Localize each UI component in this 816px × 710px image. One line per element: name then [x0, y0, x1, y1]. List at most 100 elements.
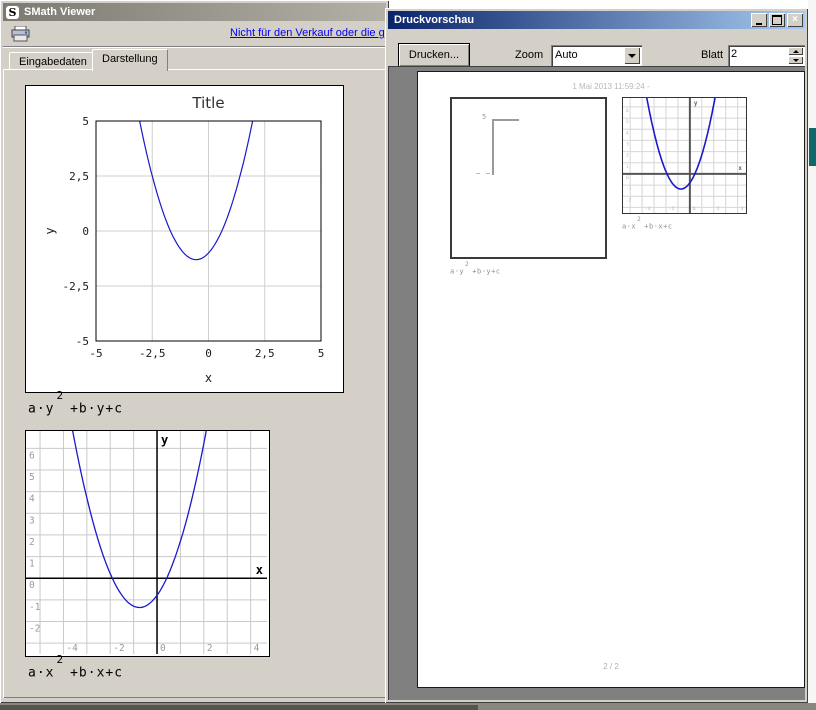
svg-text:2: 2: [626, 153, 629, 159]
minimize-icon: [756, 23, 762, 25]
formula-tail: +b·x+c: [644, 222, 672, 230]
arrow-up-icon: [793, 50, 799, 53]
svg-text:Title: Title: [191, 94, 224, 112]
svg-text:5: 5: [626, 119, 629, 125]
zoom-dropdown-button[interactable]: [624, 47, 640, 64]
printer-icon[interactable]: [10, 26, 32, 42]
smath-titlebar[interactable]: S SMath Viewer: [3, 3, 386, 21]
svg-text:2: 2: [207, 643, 213, 654]
background-strip: [808, 0, 816, 710]
svg-text:x: x: [205, 371, 212, 385]
svg-text:1: 1: [626, 164, 629, 170]
svg-text:-1: -1: [29, 602, 41, 613]
close-button[interactable]: ×: [787, 13, 803, 27]
sheet-label: Blatt: [701, 49, 723, 61]
zoom-label: Zoom: [515, 49, 543, 61]
svg-text:0: 0: [29, 580, 35, 591]
svg-text:3: 3: [29, 515, 35, 526]
formula-lead: a·y: [28, 401, 54, 416]
close-icon: ×: [792, 15, 798, 25]
sheet-number-input[interactable]: [731, 48, 779, 60]
svg-text:4: 4: [29, 494, 35, 505]
svg-text:0: 0: [626, 175, 629, 181]
page-header-timestamp: 1 Mai 2013 11:59:24 -: [418, 82, 804, 91]
svg-text:-2: -2: [29, 624, 40, 635]
svg-text:y: y: [694, 100, 698, 107]
druck-titlebar[interactable]: Druckvorschau ×: [388, 11, 805, 29]
svg-text:4: 4: [254, 643, 260, 654]
formula-exponent: 2: [637, 216, 641, 223]
svg-text:3: 3: [626, 141, 629, 147]
formula-exponent: 2: [465, 261, 469, 268]
formula-lead: a·y: [450, 267, 464, 275]
preview-plot-grid-box: 6543210-1-2-4-2024yx: [622, 97, 747, 214]
svg-text:-2: -2: [669, 206, 675, 212]
print-button[interactable]: Drucken...: [398, 43, 470, 67]
background-bottom-bar: [0, 705, 478, 710]
zoom-selected-value: Auto: [555, 49, 578, 61]
minimize-button[interactable]: [751, 13, 767, 27]
print-preview-window: Druckvorschau × Drucken... Zoom Auto Bla…: [385, 8, 808, 703]
arrow-down-icon: [793, 59, 799, 62]
tab-darstellung[interactable]: Darstellung: [92, 49, 168, 71]
svg-text:x: x: [738, 165, 742, 172]
svg-text:2: 2: [29, 537, 35, 548]
preview-tick-mark: [486, 173, 490, 174]
preview-axis-corner: [492, 119, 494, 175]
parabola-plot-titled: 52,50-2,5-5-5-2,502,55Titlexy: [26, 86, 341, 390]
sheet-increment-button[interactable]: [788, 47, 803, 55]
preview-axis-corner: [492, 119, 519, 121]
zoom-combobox[interactable]: Auto: [551, 45, 642, 66]
svg-text:-5: -5: [89, 347, 102, 360]
svg-text:5: 5: [82, 115, 89, 128]
svg-text:-5: -5: [76, 335, 89, 348]
formula-tail: +b·x+c: [70, 665, 123, 680]
formula-lead: a·x: [622, 222, 636, 230]
tab-eingabedaten[interactable]: Eingabedaten: [9, 52, 97, 70]
svg-text:2,5: 2,5: [255, 347, 275, 360]
svg-text:0: 0: [205, 347, 212, 360]
formula-quadratic-x: a·x2+b·x+c: [28, 661, 123, 680]
svg-text:6: 6: [29, 450, 35, 461]
preview-plot-titled-box: 5: [450, 97, 607, 259]
sheet-spinner: [728, 45, 805, 66]
svg-text:-4: -4: [645, 206, 651, 212]
svg-text:-2,5: -2,5: [139, 347, 166, 360]
preview-area: 1 Mai 2013 11:59:24 - 5 a·y2+b·y+c 65432…: [388, 66, 805, 700]
druck-toolbar: Drucken... Zoom Auto Blatt: [388, 29, 805, 67]
svg-text:-2: -2: [113, 643, 124, 654]
svg-text:5: 5: [29, 472, 35, 483]
plot-titled-box: 52,50-2,5-5-5-2,502,55Titlexy: [25, 85, 344, 393]
smath-logo-icon: S: [6, 6, 19, 19]
svg-text:1: 1: [29, 559, 35, 570]
smath-tabstrip: Eingabedaten Darstellung: [3, 48, 386, 69]
svg-text:-2: -2: [626, 197, 632, 203]
chevron-down-icon: [628, 54, 636, 58]
sheet-decrement-button[interactable]: [788, 56, 803, 64]
svg-text:-2,5: -2,5: [63, 280, 90, 293]
svg-text:6: 6: [626, 108, 629, 114]
darstellung-tabpage: 52,50-2,5-5-5-2,502,55Titlexy a·y2+b·y+c…: [3, 69, 386, 698]
svg-text:y: y: [43, 227, 57, 234]
svg-text:0: 0: [693, 206, 696, 212]
formula-tail: +b·y+c: [472, 267, 500, 275]
formula-lead: a·x: [28, 665, 54, 680]
svg-text:0: 0: [82, 225, 89, 238]
background-teal-fragment: [809, 128, 816, 166]
preview-formula-y: a·y2+b·y+c: [450, 265, 501, 275]
preview-formula-x: a·x2+b·x+c: [622, 220, 673, 230]
maximize-button[interactable]: [769, 13, 785, 27]
smath-window-title: SMath Viewer: [24, 6, 95, 18]
formula-tail: +b·y+c: [70, 401, 123, 416]
license-link[interactable]: Nicht für den Verkauf oder die g: [230, 27, 385, 39]
plot-grid-box: 6543210-1-2-4-2024yx: [25, 430, 270, 657]
svg-text:4: 4: [626, 130, 629, 136]
parabola-plot-grid: 6543210-1-2-4-2024yx: [26, 431, 267, 654]
preview-tick-mark: [476, 173, 480, 174]
maximize-icon: [772, 15, 782, 25]
preview-axis-tick: 5: [482, 113, 486, 121]
svg-text:4: 4: [741, 206, 744, 212]
svg-text:y: y: [161, 433, 168, 447]
svg-text:2: 2: [717, 206, 720, 212]
formula-exponent: 2: [56, 653, 64, 666]
